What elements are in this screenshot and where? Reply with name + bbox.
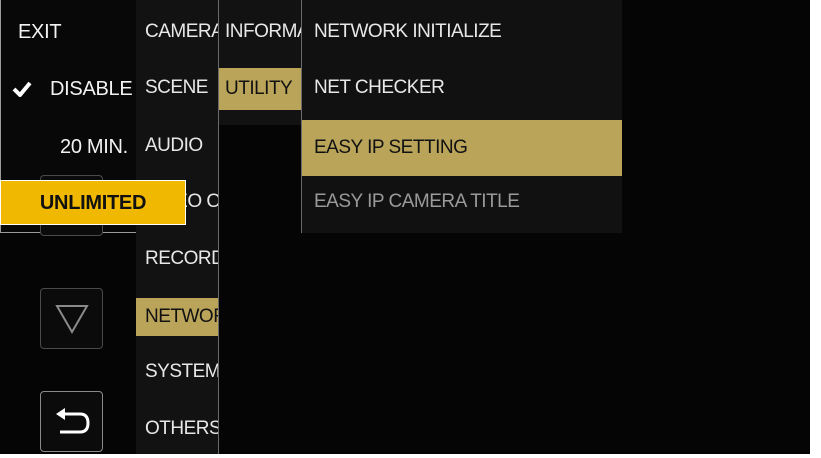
option-unlimited[interactable]: UNLIMITED	[0, 180, 186, 225]
menu-item-utility[interactable]: UTILITY	[219, 68, 302, 110]
menu-item-easy-ip-camera-title: EASY IP CAMERA TITLE	[314, 191, 520, 212]
scroll-down-button[interactable]	[40, 288, 103, 349]
return-arrow-icon	[55, 407, 90, 433]
menu-item-recording[interactable]: RECORDING	[136, 241, 219, 277]
menu-item-others[interactable]: OTHERS	[136, 411, 219, 447]
menu-item-system[interactable]: SYSTEM	[136, 354, 219, 390]
back-button[interactable]	[40, 391, 103, 452]
option-20-min[interactable]: 20 MIN.	[0, 125, 186, 170]
option-exit[interactable]: EXIT	[0, 10, 186, 55]
menu-item-information[interactable]: INFORMATION	[219, 14, 302, 50]
menu-item-network[interactable]: NETWORK	[136, 298, 219, 336]
frame-edge	[0, 454, 821, 458]
menu-level3: NETWORK INITIALIZE NET CHECKER EASY IP S…	[302, 0, 622, 233]
option-disable[interactable]: DISABLE	[0, 67, 186, 112]
triangle-down-icon	[54, 304, 89, 334]
option-label: DISABLE	[50, 78, 133, 100]
menu-item-net-checker[interactable]: NET CHECKER	[302, 70, 622, 106]
menu-level2: INFORMATION UTILITY	[219, 0, 302, 125]
frame-edge	[810, 0, 821, 458]
checkmark-icon	[12, 81, 32, 97]
menu-item-network-initialize[interactable]: NETWORK INITIALIZE	[302, 14, 622, 50]
menu-item-easy-ip-setting[interactable]: EASY IP SETTING	[302, 120, 622, 176]
camera-menu-screen: CAMERA SCENE AUDIO VIDEO OUT RECORDING N…	[0, 0, 821, 458]
